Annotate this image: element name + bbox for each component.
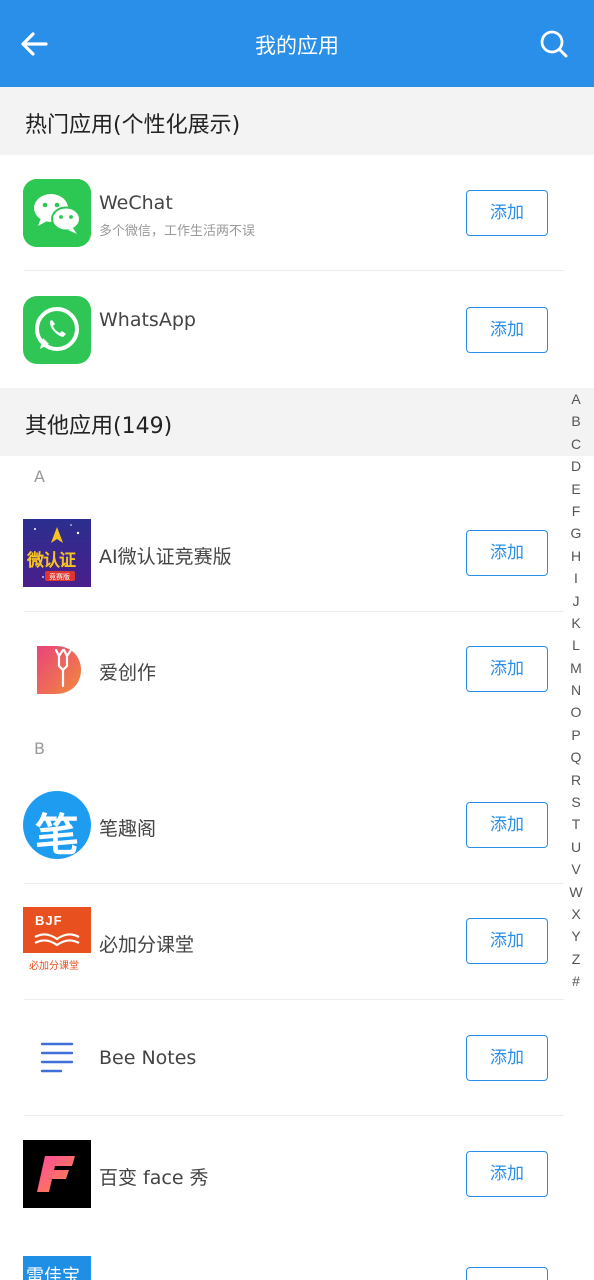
index-letter[interactable]: J xyxy=(566,590,586,612)
group-letter: A xyxy=(34,467,45,486)
app-name: WeChat xyxy=(99,192,173,214)
index-letter[interactable]: C xyxy=(566,433,586,455)
wechat-icon xyxy=(23,179,91,247)
app-name: Bee Notes xyxy=(99,1047,197,1069)
other-apps-title: 其他应用(149) xyxy=(25,414,173,439)
app-name: 笔趣阁 xyxy=(99,818,157,840)
app-row-wechat[interactable]: WeChat 多个微信，工作生活两不误 添加 xyxy=(0,155,566,271)
whatsapp-icon xyxy=(23,296,91,364)
app-row[interactable]: 微认证 竞赛版 AI微认证竞赛版 添加 xyxy=(0,496,566,612)
hot-apps-header: 热门应用(个性化展示) xyxy=(0,87,594,155)
icon-text: 雷佳宝 xyxy=(26,1266,80,1280)
add-button[interactable]: 添加 xyxy=(466,646,548,692)
app-row[interactable]: BJF 必加分课堂 必加分课堂 添加 xyxy=(0,884,566,1000)
app-row[interactable]: 笔 笔趣阁 添加 xyxy=(0,768,566,884)
search-icon[interactable] xyxy=(538,28,570,60)
app-name: 爱创作 xyxy=(99,662,157,684)
notes-lines-icon xyxy=(23,1024,91,1092)
index-letter[interactable]: S xyxy=(566,791,586,813)
icon-text: 笔 xyxy=(35,810,79,859)
index-letter[interactable]: F xyxy=(566,500,586,522)
index-letter[interactable]: G xyxy=(566,522,586,544)
add-button[interactable]: 添加 xyxy=(466,307,548,353)
app-row-whatsapp[interactable]: WhatsApp 添加 xyxy=(0,271,566,387)
index-letter[interactable]: W xyxy=(566,881,586,903)
add-button[interactable]: 添加 xyxy=(466,802,548,848)
index-letter[interactable]: M xyxy=(566,657,586,679)
add-button[interactable]: 添加 xyxy=(466,190,548,236)
app-name: 百变 face 秀 xyxy=(99,1167,209,1189)
index-letter[interactable]: E xyxy=(566,478,586,500)
app-name: WhatsApp xyxy=(99,309,196,331)
index-letter[interactable]: Y xyxy=(566,925,586,947)
pen-character-icon: 笔 xyxy=(23,791,91,859)
deer-logo-icon xyxy=(23,636,91,704)
index-letter[interactable]: B xyxy=(566,410,586,432)
index-letter[interactable]: D xyxy=(566,455,586,477)
add-button[interactable]: 添加 xyxy=(466,1267,548,1280)
index-letter[interactable]: H xyxy=(566,545,586,567)
index-letter[interactable]: T xyxy=(566,813,586,835)
app-name: AI微认证竞赛版 xyxy=(99,546,232,568)
app-name: 必加分课堂 xyxy=(99,934,195,956)
add-button[interactable]: 添加 xyxy=(466,1035,548,1081)
index-letter[interactable]: Q xyxy=(566,746,586,768)
icon-subtext: 竞赛版 xyxy=(49,573,70,581)
index-letter[interactable]: L xyxy=(566,634,586,656)
index-letter[interactable]: # xyxy=(566,970,586,992)
index-letter[interactable]: N xyxy=(566,679,586,701)
index-letter[interactable]: K xyxy=(566,612,586,634)
index-letter[interactable]: U xyxy=(566,836,586,858)
index-letter[interactable]: X xyxy=(566,903,586,925)
book-logo-icon: BJF 必加分课堂 xyxy=(23,907,91,975)
ai-certification-icon: 微认证 竞赛版 xyxy=(23,519,91,587)
letter-f-icon xyxy=(23,1140,91,1208)
add-button[interactable]: 添加 xyxy=(466,530,548,576)
app-icon: 雷佳宝 xyxy=(23,1256,91,1280)
icon-subtext: 必加分课堂 xyxy=(29,961,79,972)
add-button[interactable]: 添加 xyxy=(466,918,548,964)
other-apps-header: 其他应用(149) xyxy=(0,388,594,456)
index-letter[interactable]: O xyxy=(566,701,586,723)
app-row[interactable]: 爱创作 添加 xyxy=(0,612,566,728)
index-letter[interactable]: V xyxy=(566,858,586,880)
app-row[interactable]: 百变 face 秀 添加 xyxy=(0,1116,566,1232)
index-letter[interactable]: A xyxy=(566,388,586,410)
index-letter[interactable]: R xyxy=(566,769,586,791)
index-letter[interactable]: Z xyxy=(566,948,586,970)
app-subtitle: 多个微信，工作生活两不误 xyxy=(99,224,256,239)
page-title: 我的应用 xyxy=(255,34,339,58)
hot-apps-title: 热门应用(个性化展示) xyxy=(25,113,241,138)
top-app-bar: 我的应用 xyxy=(0,0,594,87)
alphabet-index-bar[interactable]: A B C D E F G H I J K L M N O P Q R S T U V W X Y Z # xyxy=(566,388,586,993)
app-row[interactable]: Bee Notes 添加 xyxy=(0,1000,566,1116)
group-letter: B xyxy=(34,739,45,758)
add-button[interactable]: 添加 xyxy=(466,1151,548,1197)
icon-text: 微认证 xyxy=(27,551,76,571)
index-letter[interactable]: P xyxy=(566,724,586,746)
index-letter[interactable]: I xyxy=(566,567,586,589)
app-row-partial[interactable]: 雷佳宝 添加 xyxy=(0,1232,566,1280)
